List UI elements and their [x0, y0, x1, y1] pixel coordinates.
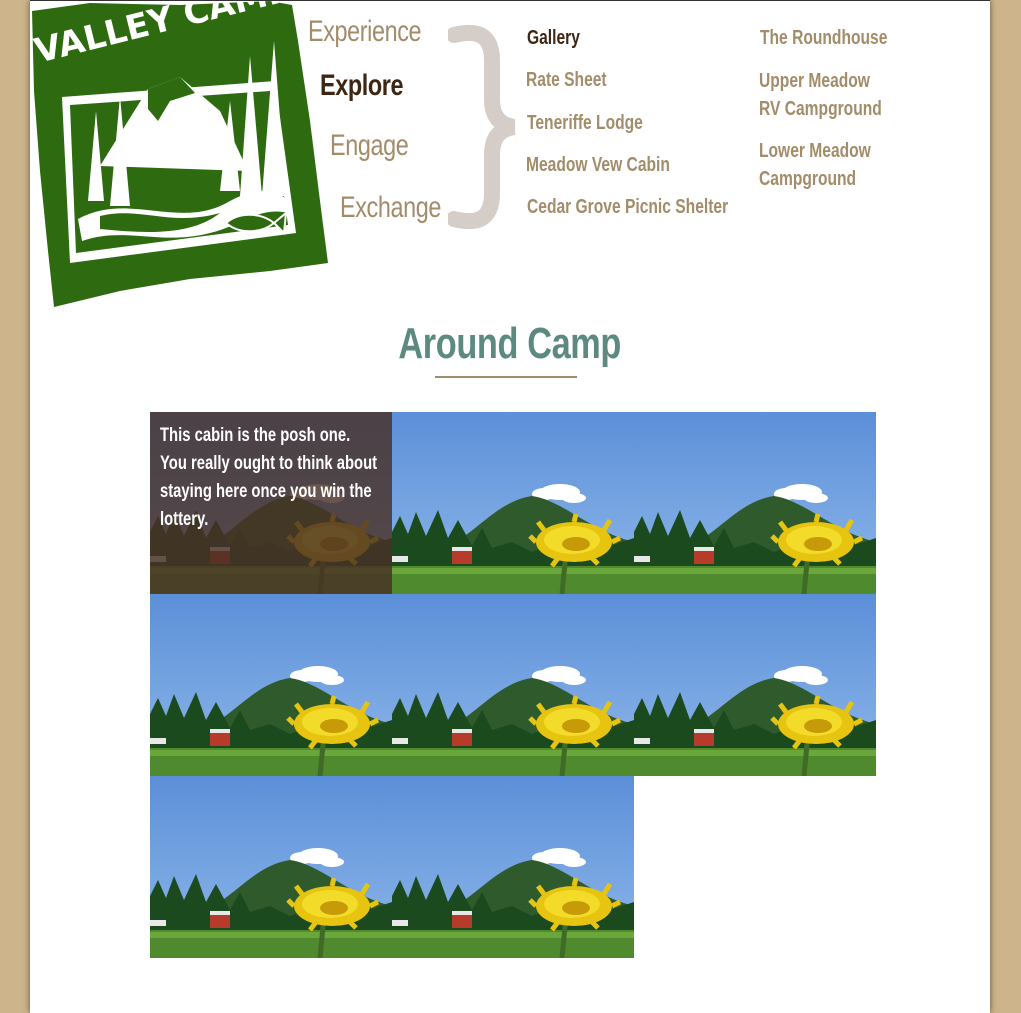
subnav-the-roundhouse[interactable]: The Roundhouse: [760, 24, 887, 52]
photo-gallery: This cabin is the posh one. You really o…: [150, 412, 876, 958]
page-container: VALLEY CAMP Experience Explore Engage Ex…: [30, 0, 990, 1013]
gallery-photo[interactable]: [634, 594, 876, 776]
gallery-photo[interactable]: [392, 412, 634, 594]
subnav-gallery[interactable]: Gallery: [527, 24, 580, 52]
subnav-upper-meadow[interactable]: Upper Meadow RV Campground: [759, 67, 882, 123]
subnav-rate-sheet[interactable]: Rate Sheet: [526, 66, 607, 94]
nav-engage[interactable]: Engage: [330, 129, 409, 163]
photo-caption-overlay: This cabin is the posh one. You really o…: [150, 412, 392, 594]
subnav-teneriffe-lodge[interactable]: Teneriffe Lodge: [527, 109, 643, 137]
gallery-photo[interactable]: This cabin is the posh one. You really o…: [150, 412, 392, 594]
page-title-wrap: Around Camp: [30, 319, 990, 369]
subnav-meadow-vew-cabin[interactable]: Meadow Vew Cabin: [526, 151, 670, 179]
title-underline: [435, 376, 577, 378]
gallery-photo[interactable]: [150, 594, 392, 776]
subnav-lower-meadow-line2: Campground: [759, 168, 857, 190]
valley-camp-logo[interactable]: VALLEY CAMP: [30, 0, 330, 309]
gallery-photo[interactable]: [634, 412, 876, 594]
subnav-cedar-grove-picnic-shelter[interactable]: Cedar Grove Picnic Shelter: [527, 193, 728, 221]
nav-experience[interactable]: Experience: [308, 15, 422, 49]
curly-brace-divider: [448, 24, 516, 230]
subnav-lower-meadow[interactable]: Lower Meadow Campground: [759, 137, 871, 193]
nav-explore[interactable]: Explore: [320, 69, 403, 103]
subnav-upper-meadow-line2: RV Campground: [759, 98, 882, 120]
gallery-photo[interactable]: [150, 776, 392, 958]
subnav-lower-meadow-line1: Lower Meadow: [759, 140, 871, 162]
subnav-upper-meadow-line1: Upper Meadow: [759, 70, 870, 92]
gallery-photo[interactable]: [392, 594, 634, 776]
page-title: Around Camp: [398, 319, 622, 368]
photo-caption-text: This cabin is the posh one. You really o…: [160, 425, 378, 530]
nav-exchange[interactable]: Exchange: [340, 191, 441, 225]
gallery-photo[interactable]: [392, 776, 634, 958]
